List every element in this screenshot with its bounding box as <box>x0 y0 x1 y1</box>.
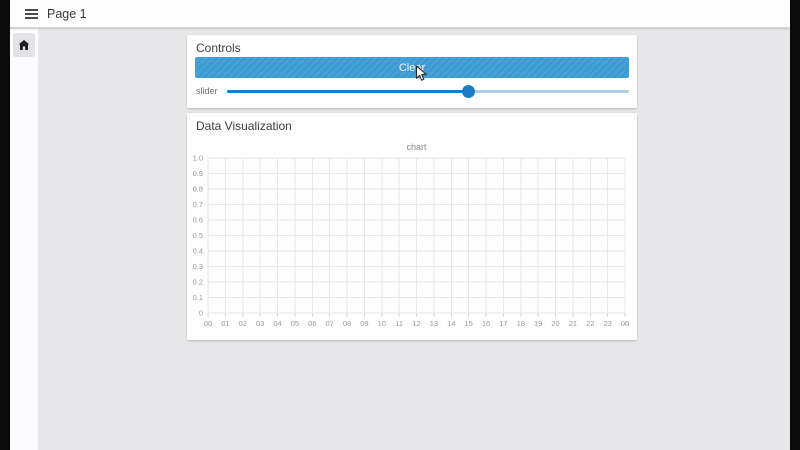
svg-text:0.4: 0.4 <box>193 247 203 256</box>
svg-text:19: 19 <box>534 319 542 328</box>
svg-text:0.9: 0.9 <box>193 169 203 178</box>
svg-text:07: 07 <box>325 319 333 328</box>
svg-text:12: 12 <box>412 319 420 328</box>
controls-card-title: Controls <box>196 41 241 55</box>
svg-text:03: 03 <box>256 319 264 328</box>
svg-text:09: 09 <box>360 319 368 328</box>
svg-text:16: 16 <box>482 319 490 328</box>
data-visualization-card-title: Data Visualization <box>196 119 292 133</box>
svg-text:1.0: 1.0 <box>193 154 203 163</box>
data-visualization-card: Data Visualization chart 00 01 02 03 04 05 06 07… <box>187 113 637 340</box>
app-window: Page 1 Controls Clear slider Data Visual… <box>10 0 790 450</box>
svg-text:0.2: 0.2 <box>193 278 203 287</box>
menu-icon[interactable] <box>20 4 42 24</box>
svg-text:17: 17 <box>499 319 507 328</box>
svg-text:02: 02 <box>239 319 247 328</box>
page-title: Page 1 <box>47 7 87 21</box>
svg-text:14: 14 <box>447 319 455 328</box>
screen: Page 1 Controls Clear slider Data Visual… <box>0 0 800 450</box>
svg-text:20: 20 <box>551 319 559 328</box>
svg-text:0.1: 0.1 <box>193 293 203 302</box>
top-bar: Page 1 <box>10 0 790 28</box>
svg-text:0.5: 0.5 <box>193 231 203 240</box>
sidebar-item-home[interactable] <box>13 33 35 57</box>
svg-text:01: 01 <box>221 319 229 328</box>
svg-text:06: 06 <box>308 319 316 328</box>
svg-text:00: 00 <box>204 319 212 328</box>
svg-text:11: 11 <box>395 319 403 328</box>
svg-text:10: 10 <box>378 319 386 328</box>
slider[interactable] <box>227 85 629 98</box>
svg-text:04: 04 <box>273 319 281 328</box>
sidebar <box>10 29 38 450</box>
svg-text:05: 05 <box>291 319 299 328</box>
svg-text:chart: chart <box>406 142 427 152</box>
svg-text:0.3: 0.3 <box>193 262 203 271</box>
main-content: Controls Clear slider Data Visualization… <box>38 29 790 450</box>
chart-canvas[interactable]: chart 00 01 02 03 04 05 06 07 08 09 10 11 12 13 14 15 16 1… <box>187 141 637 340</box>
controls-card: Controls Clear slider <box>187 35 637 108</box>
svg-text:0.6: 0.6 <box>193 216 203 225</box>
slider-thumb[interactable] <box>461 85 475 98</box>
svg-text:23: 23 <box>603 319 611 328</box>
svg-text:13: 13 <box>430 319 438 328</box>
slider-label: slider <box>196 86 218 96</box>
svg-text:15: 15 <box>464 319 472 328</box>
svg-text:18: 18 <box>517 319 525 328</box>
home-icon <box>18 39 30 51</box>
svg-text:22: 22 <box>586 319 594 328</box>
svg-text:0.8: 0.8 <box>193 185 203 194</box>
svg-text:08: 08 <box>343 319 351 328</box>
svg-text:0: 0 <box>199 309 203 318</box>
clear-button[interactable]: Clear <box>195 57 629 78</box>
svg-text:00: 00 <box>621 319 629 328</box>
svg-text:0.7: 0.7 <box>193 200 203 209</box>
chart[interactable]: chart 00 01 02 03 04 05 06 07 08 09 10 11 12 13 14 15 16 1… <box>187 141 637 340</box>
svg-text:21: 21 <box>569 319 577 328</box>
slider-fill <box>227 90 469 93</box>
